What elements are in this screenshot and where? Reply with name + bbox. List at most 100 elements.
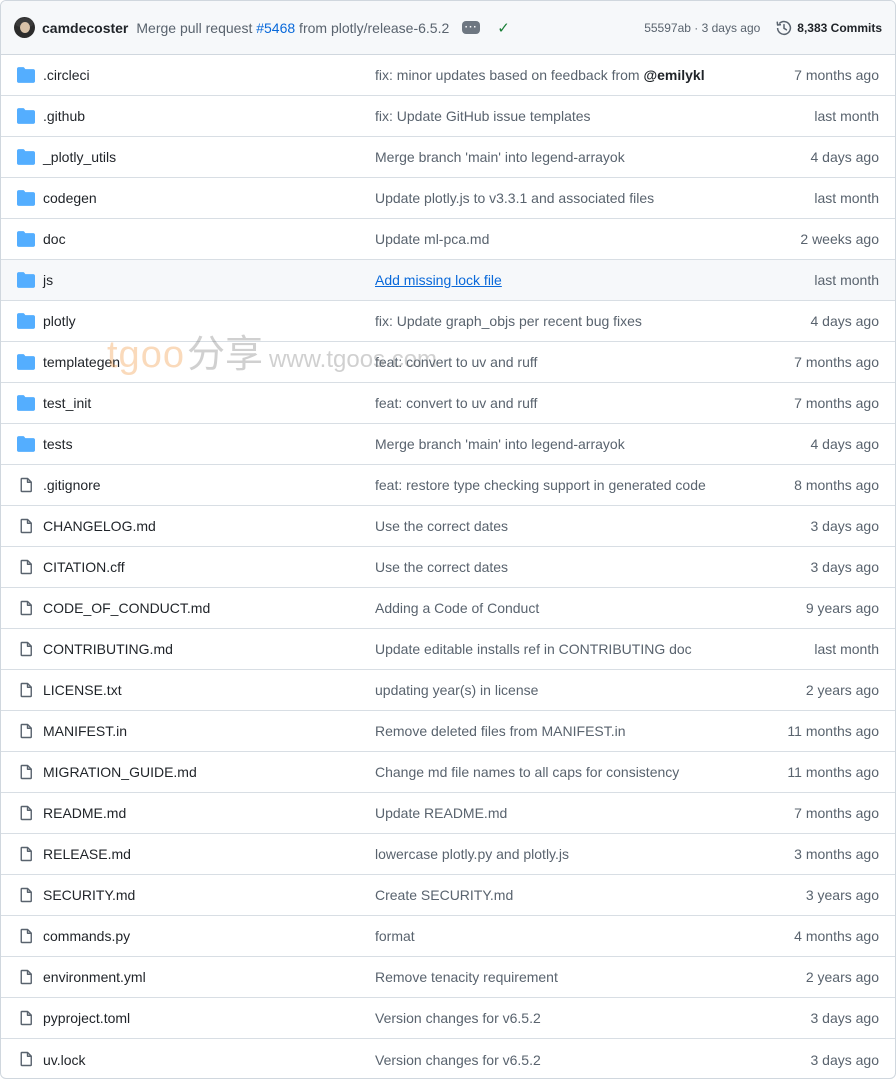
commit-date[interactable]: 2 years ago	[806, 682, 879, 698]
file-name-link[interactable]: .gitignore	[43, 477, 101, 493]
commit-date[interactable]: last month	[814, 108, 879, 124]
file-name-link[interactable]: pyproject.toml	[43, 1010, 130, 1026]
commit-date[interactable]: 3 days ago	[811, 559, 880, 575]
commit-date[interactable]: 3 years ago	[806, 887, 879, 903]
commit-message-link[interactable]: Merge branch 'main' into legend-arrayok	[375, 436, 625, 452]
commit-date[interactable]: 3 days ago	[811, 1052, 880, 1068]
commit-message-link[interactable]: Change md file names to all caps for con…	[375, 764, 679, 780]
commit-date[interactable]: 7 months ago	[794, 354, 879, 370]
commit-date[interactable]: 7 months ago	[794, 395, 879, 411]
file-name-link[interactable]: templategen	[43, 354, 120, 370]
file-row[interactable]: README.md Update README.md 7 months ago	[1, 793, 895, 834]
pr-link[interactable]: #5468	[256, 20, 295, 36]
commit-message-link[interactable]: fix: Update graph_objs per recent bug fi…	[375, 313, 642, 329]
file-row[interactable]: _plotly_utils Merge branch 'main' into le…	[1, 137, 895, 178]
file-row[interactable]: CITATION.cff Use the correct dates 3 days …	[1, 547, 895, 588]
commit-date[interactable]: last month	[814, 190, 879, 206]
file-name-link[interactable]: test_init	[43, 395, 91, 411]
file-row[interactable]: .gitignore feat: restore type checking su…	[1, 465, 895, 506]
commit-date[interactable]: 3 days ago	[811, 518, 880, 534]
commit-date[interactable]: last month	[814, 272, 879, 288]
file-name-link[interactable]: MIGRATION_GUIDE.md	[43, 764, 197, 780]
file-row[interactable]: SECURITY.md Create SECURITY.md 3 years ago	[1, 875, 895, 916]
commit-message-link[interactable]: Version changes for v6.5.2	[375, 1010, 541, 1026]
commit-message-link[interactable]: Create SECURITY.md	[375, 887, 513, 903]
file-row[interactable]: pyproject.toml Version changes for v6.5.2…	[1, 998, 895, 1039]
commit-date[interactable]: last month	[814, 641, 879, 657]
commit-message-link[interactable]: Add missing lock file	[375, 272, 502, 288]
file-name-link[interactable]: RELEASE.md	[43, 846, 131, 862]
commit-date[interactable]: 11 months ago	[787, 764, 879, 780]
file-row[interactable]: environment.yml Remove tenacity requireme…	[1, 957, 895, 998]
commit-message-link[interactable]: fix: minor updates based on feedback fro…	[375, 67, 705, 83]
file-row[interactable]: CHANGELOG.md Use the correct dates 3 days …	[1, 506, 895, 547]
file-row[interactable]: uv.lock Version changes for v6.5.2 3 days …	[1, 1039, 895, 1078]
file-name-link[interactable]: CHANGELOG.md	[43, 518, 156, 534]
commit-message-link[interactable]: feat: convert to uv and ruff	[375, 395, 537, 411]
file-row[interactable]: plotly fix: Update graph_objs per recent …	[1, 301, 895, 342]
file-row[interactable]: LICENSE.txt updating year(s) in license 2 …	[1, 670, 895, 711]
file-name-link[interactable]: environment.yml	[43, 969, 146, 985]
expand-message-button[interactable]: ···	[462, 21, 481, 34]
commit-message-link[interactable]: fix: Update GitHub issue templates	[375, 108, 591, 124]
file-name-link[interactable]: CODE_OF_CONDUCT.md	[43, 600, 210, 616]
file-row[interactable]: codegen Update plotly.js to v3.3.1 and as…	[1, 178, 895, 219]
file-name-link[interactable]: _plotly_utils	[43, 149, 116, 165]
file-name-link[interactable]: doc	[43, 231, 66, 247]
file-name-link[interactable]: .circleci	[43, 67, 90, 83]
commit-message-link[interactable]: Remove deleted files from MANIFEST.in	[375, 723, 626, 739]
commit-date[interactable]: 7 months ago	[794, 805, 879, 821]
commit-date[interactable]: 8 months ago	[794, 477, 879, 493]
avatar[interactable]	[14, 17, 35, 38]
commit-date[interactable]: 3 days ago	[811, 1010, 880, 1026]
file-name-link[interactable]: js	[43, 272, 53, 288]
commit-message-link[interactable]: format	[375, 928, 415, 944]
commit-date[interactable]: 7 months ago	[794, 67, 879, 83]
commit-message-link[interactable]: Use the correct dates	[375, 518, 508, 534]
commits-history-link[interactable]: 8,383 Commits	[776, 20, 882, 36]
commit-message-link[interactable]: Use the correct dates	[375, 559, 508, 575]
commit-message-link[interactable]: Remove tenacity requirement	[375, 969, 558, 985]
commit-message-link[interactable]: Adding a Code of Conduct	[375, 600, 539, 616]
file-row[interactable]: js Add missing lock file last month	[1, 260, 895, 301]
commit-sha-time[interactable]: 55597ab · 3 days ago	[644, 21, 760, 35]
commit-date[interactable]: 3 months ago	[794, 846, 879, 862]
file-name-link[interactable]: README.md	[43, 805, 126, 821]
file-row[interactable]: .circleci fix: minor updates based on fee…	[1, 55, 895, 96]
commit-message-link[interactable]: Update ml-pca.md	[375, 231, 489, 247]
file-name-link[interactable]: MANIFEST.in	[43, 723, 127, 739]
commit-message-link[interactable]: updating year(s) in license	[375, 682, 538, 698]
file-row[interactable]: RELEASE.md lowercase plotly.py and plotly…	[1, 834, 895, 875]
commit-message-link[interactable]: feat: convert to uv and ruff	[375, 354, 537, 370]
commit-message[interactable]: Merge pull request #5468 from plotly/rel…	[136, 20, 449, 36]
commit-author[interactable]: camdecoster	[42, 20, 128, 36]
file-row[interactable]: tests Merge branch 'main' into legend-arr…	[1, 424, 895, 465]
file-name-link[interactable]: plotly	[43, 313, 76, 329]
commit-message-link[interactable]: Update README.md	[375, 805, 507, 821]
file-name-link[interactable]: LICENSE.txt	[43, 682, 122, 698]
file-name-link[interactable]: codegen	[43, 190, 97, 206]
file-row[interactable]: doc Update ml-pca.md 2 weeks ago	[1, 219, 895, 260]
commit-date[interactable]: 2 years ago	[806, 969, 879, 985]
file-row[interactable]: CONTRIBUTING.md Update editable installs …	[1, 629, 895, 670]
checkmark-icon[interactable]: ✓	[497, 19, 510, 37]
file-name-link[interactable]: .github	[43, 108, 85, 124]
file-name-link[interactable]: commands.py	[43, 928, 130, 944]
commit-message-link[interactable]: lowercase plotly.py and plotly.js	[375, 846, 569, 862]
file-row[interactable]: CODE_OF_CONDUCT.md Adding a Code of Condu…	[1, 588, 895, 629]
file-row[interactable]: MIGRATION_GUIDE.md Change md file names t…	[1, 752, 895, 793]
commit-message-link[interactable]: Version changes for v6.5.2	[375, 1052, 541, 1068]
commit-date[interactable]: 4 days ago	[811, 313, 880, 329]
commit-message-link[interactable]: Update plotly.js to v3.3.1 and associate…	[375, 190, 654, 206]
file-row[interactable]: templategen feat: convert to uv and ruff 7…	[1, 342, 895, 383]
file-name-link[interactable]: SECURITY.md	[43, 887, 135, 903]
commit-date[interactable]: 4 days ago	[811, 149, 880, 165]
commit-date[interactable]: 11 months ago	[787, 723, 879, 739]
commit-date[interactable]: 9 years ago	[806, 600, 879, 616]
commit-message-link[interactable]: Merge branch 'main' into legend-arrayok	[375, 149, 625, 165]
commit-date[interactable]: 4 months ago	[794, 928, 879, 944]
file-row[interactable]: commands.py format 4 months ago	[1, 916, 895, 957]
file-name-link[interactable]: CITATION.cff	[43, 559, 125, 575]
file-name-link[interactable]: tests	[43, 436, 73, 452]
commit-message-link[interactable]: Update editable installs ref in CONTRIBU…	[375, 641, 692, 657]
